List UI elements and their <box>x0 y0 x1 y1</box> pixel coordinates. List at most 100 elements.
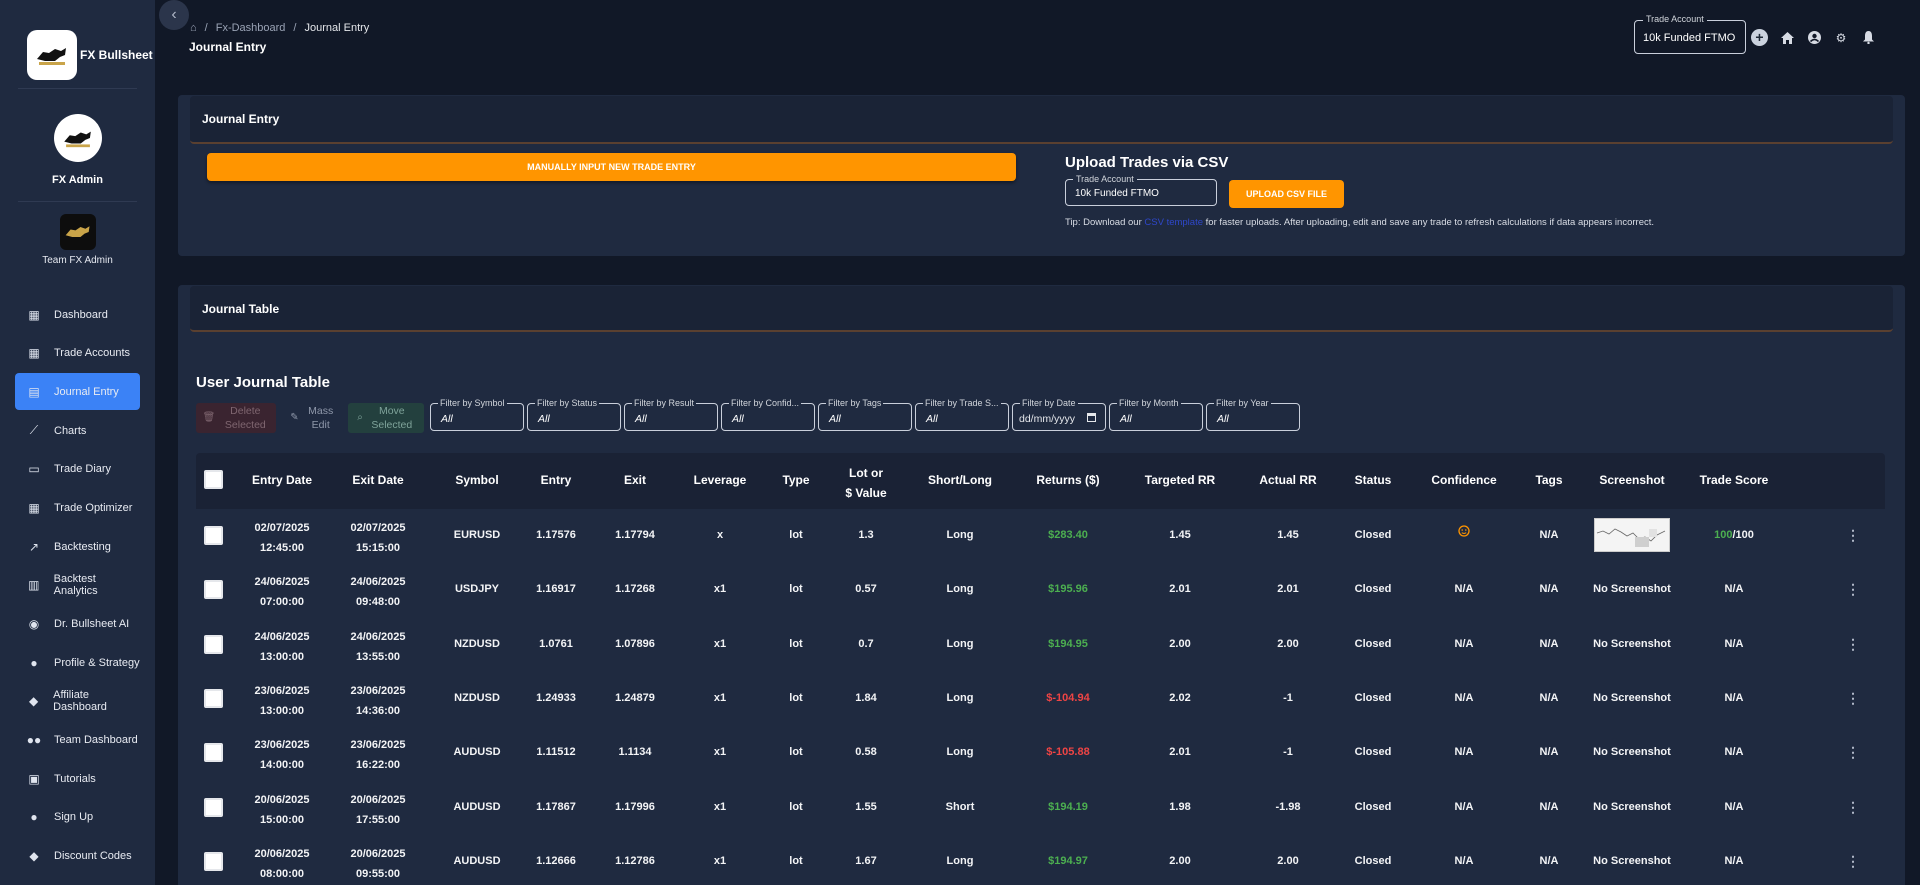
row-checkbox[interactable] <box>204 743 223 763</box>
sidebar-item-trade-diary[interactable]: ▭ Trade Diary <box>15 451 140 488</box>
row-checkbox[interactable] <box>204 688 223 708</box>
table-row[interactable]: 23/06/2025 14:00:00 23/06/2025 16:22:00 AU… <box>196 727 1885 781</box>
sidebar-item-backtesting[interactable]: ↗ Backtesting <box>15 528 140 565</box>
filter-value: All <box>635 413 647 425</box>
breadcrumb-current: Journal Entry <box>304 22 370 34</box>
filter-date[interactable]: Filter by Date dd/mm/yyyy <box>1012 398 1106 431</box>
row-menu-icon[interactable]: ⋮ <box>1846 690 1860 707</box>
home-icon[interactable] <box>1779 30 1795 46</box>
breadcrumb-dashboard[interactable]: Fx-Dashboard <box>216 22 286 34</box>
cell-exit-date: 20/06/2025 09:55:00 <box>350 847 406 880</box>
filter-month[interactable]: Filter by Month All <box>1109 398 1203 431</box>
column-header-trade-score[interactable]: Trade Score <box>1700 473 1769 487</box>
sidebar-item-dr-bullsheet-ai[interactable]: ◉ Dr. Bullsheet AI <box>15 606 140 643</box>
sidebar-item-discount-codes[interactable]: ◆ Discount Codes <box>15 838 140 875</box>
filter-status[interactable]: Filter by Status All <box>527 398 621 431</box>
row-menu-icon[interactable]: ⋮ <box>1846 853 1860 870</box>
delete-selected-button[interactable]: 🗑 Delete Selected <box>196 403 276 433</box>
row-checkbox[interactable] <box>204 526 223 545</box>
home-icon[interactable]: ⌂ <box>190 22 197 34</box>
sidebar-item-backtest-analytics[interactable]: ▥ Backtest Analytics <box>15 567 140 604</box>
row-checkbox[interactable] <box>204 851 223 871</box>
row-menu-icon[interactable]: ⋮ <box>1846 527 1860 544</box>
row-checkbox[interactable] <box>204 580 223 600</box>
column-header-status[interactable]: Status <box>1355 473 1392 487</box>
collapse-sidebar-button[interactable]: ‹ <box>159 0 189 30</box>
csv-template-link[interactable]: CSV template <box>1144 217 1203 228</box>
sidebar: FX Bullsheet FX Admin Team FX Admin ▦ Das… <box>0 0 155 885</box>
sidebar-item-team-dashboard[interactable]: ●● Team Dashboard <box>15 722 140 759</box>
sidebar-item-affiliate-dashboard[interactable]: ◆ Affiliate Dashboard <box>15 683 140 720</box>
table-row[interactable]: 24/06/2025 13:00:00 24/06/2025 13:55:00 NZ… <box>196 619 1885 673</box>
column-header-exit-date[interactable]: Exit Date <box>352 473 403 487</box>
column-header-tags[interactable]: Tags <box>1535 473 1562 487</box>
column-header-screenshot[interactable]: Screenshot <box>1599 473 1664 487</box>
profile[interactable]: FX Admin <box>0 89 155 186</box>
column-header-exit[interactable]: Exit <box>624 473 646 487</box>
row-checkbox[interactable] <box>204 797 223 817</box>
table-row[interactable]: 20/06/2025 15:00:00 20/06/2025 17:55:00 AU… <box>196 782 1885 836</box>
column-header-returns[interactable]: Returns ($) <box>1036 473 1099 487</box>
filter-confid[interactable]: Filter by Confid... All <box>721 398 815 431</box>
column-header-leverage[interactable]: Leverage <box>694 473 747 487</box>
trade-account-select[interactable]: Trade Account 10k Funded FTMO <box>1634 14 1746 54</box>
column-header-actual-rr[interactable]: Actual RR <box>1259 473 1316 487</box>
cell-lot: 1.3 <box>858 529 874 541</box>
column-header-targeted-rr[interactable]: Targeted RR <box>1145 473 1215 487</box>
screenshot-thumbnail[interactable] <box>1594 518 1670 552</box>
sidebar-item-trade-accounts[interactable]: ▦ Trade Accounts <box>15 335 140 372</box>
table-row[interactable]: 24/06/2025 07:00:00 24/06/2025 09:48:00 US… <box>196 564 1885 618</box>
filter-result[interactable]: Filter by Result All <box>624 398 718 431</box>
trade-account-label: Trade Account <box>1643 14 1707 24</box>
upload-csv-button[interactable]: UPLOAD CSV FILE <box>1229 180 1344 208</box>
cell-tags: N/A <box>1539 529 1559 541</box>
row-menu-icon[interactable]: ⋮ <box>1846 744 1860 761</box>
row-menu-icon[interactable]: ⋮ <box>1846 636 1860 653</box>
sidebar-item-tutorials[interactable]: ▣ Tutorials <box>15 760 140 797</box>
grid-icon: ▦ <box>28 500 40 515</box>
row-checkbox[interactable] <box>204 634 223 654</box>
mass-edit-button[interactable]: ✎ Mass Edit <box>283 403 344 433</box>
settings-gear-icon[interactable]: ⚙ <box>1833 30 1849 46</box>
select-all-checkbox[interactable] <box>204 470 223 489</box>
sidebar-item-charts[interactable]: ⟋ Charts <box>15 412 140 449</box>
notification-bell-icon[interactable] <box>1860 30 1876 46</box>
column-header-entry-date[interactable]: Entry Date <box>252 473 312 487</box>
filter-trade-s[interactable]: Filter by Trade S... All <box>915 398 1009 431</box>
cell-entry-date: 24/06/2025 07:00:00 <box>254 576 310 609</box>
calendar-icon[interactable] <box>1087 413 1096 422</box>
row-menu-icon[interactable]: ⋮ <box>1846 581 1860 598</box>
move-selected-button[interactable]: ⌕ Move Selected <box>348 403 424 433</box>
cell-tags: N/A <box>1539 691 1559 704</box>
team[interactable]: Team FX Admin <box>0 201 155 266</box>
filter-tags[interactable]: Filter by Tags All <box>818 398 912 431</box>
brand[interactable]: FX Bullsheet <box>0 0 155 88</box>
cell-symbol: AUDUSD <box>453 854 501 867</box>
sidebar-item-sign-up[interactable]: ● Sign Up <box>15 799 140 836</box>
column-header-confidence[interactable]: Confidence <box>1431 473 1496 487</box>
column-header-short-long[interactable]: Short/Long <box>928 473 992 487</box>
sidebar-item-profile-strategy[interactable]: ● Profile & Strategy <box>15 644 140 681</box>
column-header-lot-or-value[interactable]: Lot or $ Value <box>845 463 886 503</box>
filter-value: All <box>1217 413 1229 425</box>
sidebar-item-dashboard[interactable]: ▦ Dashboard <box>15 296 140 333</box>
cell-status: Closed <box>1354 583 1392 596</box>
column-header-type[interactable]: Type <box>782 473 809 487</box>
filter-year[interactable]: Filter by Year All <box>1206 398 1300 431</box>
cell-exit: 1.12786 <box>615 854 655 867</box>
manual-entry-button[interactable]: MANUALLY INPUT NEW TRADE ENTRY <box>207 153 1016 181</box>
table-row[interactable]: 20/06/2025 08:00:00 20/06/2025 09:55:00 AU… <box>196 836 1885 885</box>
cell-entry: 1.16917 <box>536 583 576 596</box>
filter-symbol[interactable]: Filter by Symbol All <box>430 398 524 431</box>
row-menu-icon[interactable]: ⋮ <box>1846 799 1860 816</box>
sidebar-item-trade-optimizer[interactable]: ▦ Trade Optimizer <box>15 489 140 526</box>
column-header-entry[interactable]: Entry <box>541 473 572 487</box>
table-row[interactable]: 23/06/2025 13:00:00 23/06/2025 14:36:00 NZ… <box>196 673 1885 727</box>
csv-trade-account-select[interactable]: Trade Account 10k Funded FTMO <box>1065 174 1217 206</box>
add-account-icon[interactable]: + <box>1751 29 1768 46</box>
profile-name: FX Admin <box>52 174 103 186</box>
table-row[interactable]: 02/07/2025 12:45:00 02/07/2025 15:15:00 EU… <box>196 510 1885 564</box>
column-header-symbol[interactable]: Symbol <box>455 473 498 487</box>
account-circle-icon[interactable] <box>1806 30 1822 46</box>
sidebar-item-journal-entry[interactable]: ▤ Journal Entry <box>15 373 140 411</box>
